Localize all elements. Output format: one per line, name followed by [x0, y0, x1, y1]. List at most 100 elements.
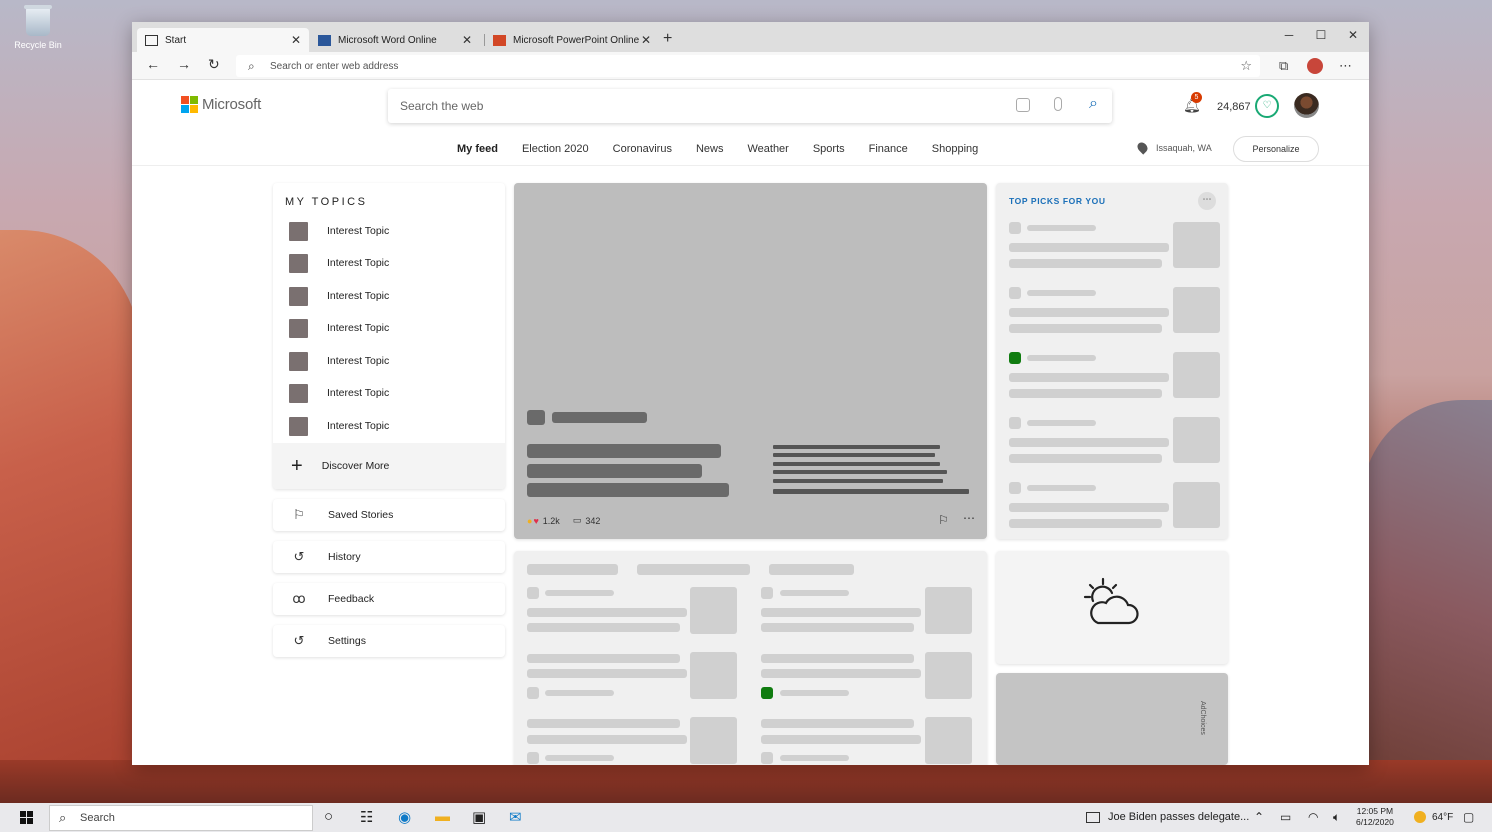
discover-more-button[interactable]: + Discover More: [273, 443, 505, 489]
summary-placeholder: [773, 470, 947, 474]
microsoft-logo-icon: [181, 96, 198, 113]
profile-icon[interactable]: [1307, 58, 1323, 77]
ad-card[interactable]: AdChoices: [996, 673, 1228, 765]
topic-thumbnail: [289, 383, 308, 403]
close-icon[interactable]: ✕: [462, 33, 472, 47]
microsoft-logo[interactable]: Microsoft: [181, 96, 261, 113]
tab-label: Microsoft PowerPoint Online: [513, 34, 640, 46]
nav-tab-finance[interactable]: Finance: [869, 143, 908, 155]
edge-icon[interactable]: ◉: [398, 808, 411, 826]
forward-icon[interactable]: →: [177, 56, 191, 72]
tab-word[interactable]: Microsoft Word Online ✕: [310, 28, 480, 52]
source-logo-green: [761, 687, 773, 699]
discover-label: Discover More: [321, 460, 390, 472]
task-view-icon[interactable]: ☷: [360, 808, 373, 826]
clock[interactable]: 12:05 PM 6/12/2020: [1356, 806, 1394, 828]
saved-stories-link[interactable]: ⚐ Saved Stories: [273, 499, 505, 531]
more-options-icon[interactable]: ⋯: [1198, 192, 1216, 210]
favorite-star-icon[interactable]: ☆: [1240, 58, 1252, 74]
top-picks-title: TOP PICKS FOR YOU: [1009, 196, 1106, 206]
battery-icon[interactable]: ▭: [1280, 810, 1291, 824]
nav-tab-shopping[interactable]: Shopping: [932, 143, 979, 155]
url-input[interactable]: ⌕ Search or enter web address ☆: [236, 55, 1260, 77]
weather-card[interactable]: [996, 551, 1228, 664]
topic-item[interactable]: Interest Topic: [289, 351, 389, 371]
tab-bar: Start ✕ Microsoft Word Online ✕ Microsof…: [132, 22, 1369, 52]
nav-tab-sports[interactable]: Sports: [813, 143, 845, 155]
visual-search-icon[interactable]: [1016, 98, 1030, 112]
feed-nav: My feed Election 2020 Coronavirus News W…: [457, 143, 1002, 155]
hero-story-card[interactable]: ● ♥ 1.2k ▭ 342 ⚐ ⋯: [514, 183, 987, 539]
close-icon[interactable]: ✕: [291, 33, 301, 47]
settings-link[interactable]: ↺ Settings: [273, 625, 505, 657]
topic-item[interactable]: Interest Topic: [289, 318, 389, 338]
tab-start[interactable]: Start ✕: [137, 28, 309, 52]
topic-item[interactable]: Interest Topic: [289, 416, 389, 436]
top-picks-card: TOP PICKS FOR YOU ⋯: [996, 183, 1228, 539]
rewards-points[interactable]: 24,867: [1217, 101, 1251, 113]
nav-tab-my-feed[interactable]: My feed: [457, 143, 498, 155]
headline-placeholder: [527, 483, 729, 497]
mail-icon[interactable]: ✉: [509, 808, 522, 826]
nav-tab-election[interactable]: Election 2020: [522, 143, 589, 155]
avatar[interactable]: [1294, 93, 1319, 118]
recycle-bin-shortcut[interactable]: Recycle Bin: [14, 5, 62, 50]
source-logo-green: [1009, 352, 1021, 364]
refresh-icon[interactable]: ↻: [208, 56, 220, 73]
feedback-link[interactable]: ꝏ Feedback: [273, 583, 505, 615]
reactions[interactable]: ● ♥ 1.2k ▭ 342: [527, 515, 600, 526]
notification-bell-icon[interactable]: 🔔︎ 5: [1183, 92, 1202, 114]
my-topics-title: MY TOPICS: [285, 196, 368, 208]
partly-cloudy-icon: [1083, 577, 1139, 625]
topic-item[interactable]: Interest Topic: [289, 221, 389, 241]
nav-tab-weather[interactable]: Weather: [747, 143, 788, 155]
chevron-up-icon[interactable]: ⌃: [1254, 810, 1264, 824]
topic-thumbnail: [289, 318, 308, 338]
feed-content: MY TOPICS Interest Topic Interest Topic …: [132, 166, 1369, 765]
nav-tab-news[interactable]: News: [696, 143, 724, 155]
web-search-input[interactable]: Search the web ⌕: [388, 89, 1112, 123]
adchoices-label[interactable]: AdChoices: [1199, 701, 1206, 735]
heart-icon: ♥: [533, 515, 539, 526]
volume-icon[interactable]: 🔈︎: [1333, 810, 1340, 825]
bookmark-icon: ⚐: [293, 507, 305, 522]
close-window-icon[interactable]: ✕: [1337, 22, 1369, 48]
more-menu-icon[interactable]: ⋯: [1339, 58, 1352, 74]
maximize-icon[interactable]: ☐: [1305, 22, 1337, 48]
file-explorer-icon[interactable]: ▬: [435, 808, 450, 825]
minimize-icon[interactable]: ─: [1273, 22, 1305, 48]
more-options-icon[interactable]: ⋯: [963, 511, 975, 525]
msn-header: Microsoft Search the web ⌕ 🔔︎ 5 24,867 ♡ …: [132, 80, 1369, 166]
topic-label: Interest Topic: [327, 420, 390, 432]
topic-item[interactable]: Interest Topic: [289, 253, 389, 273]
date: 6/12/2020: [1356, 817, 1394, 827]
side-link-label: Settings: [328, 635, 366, 647]
history-link[interactable]: ↺ History: [273, 541, 505, 573]
back-icon[interactable]: ←: [146, 56, 160, 72]
collections-icon[interactable]: ⧉: [1279, 58, 1288, 74]
topic-item[interactable]: Interest Topic: [289, 383, 389, 403]
close-icon[interactable]: ✕: [641, 33, 651, 47]
search-icon[interactable]: ⌕: [1089, 95, 1098, 113]
notification-badge: 5: [1191, 92, 1202, 103]
store-icon[interactable]: ▣: [472, 808, 486, 826]
windows-start-icon[interactable]: [20, 811, 33, 824]
topic-item[interactable]: Interest Topic: [289, 286, 389, 306]
nav-tab-coronavirus[interactable]: Coronavirus: [613, 143, 672, 155]
wifi-icon[interactable]: ◠: [1308, 810, 1318, 824]
bookmark-icon[interactable]: ⚐: [938, 513, 949, 527]
weather-widget[interactable]: 64°F: [1414, 811, 1453, 823]
side-link-label: Saved Stories: [328, 509, 394, 521]
word-icon: [318, 34, 331, 46]
rewards-trophy-icon[interactable]: ♡: [1255, 94, 1279, 118]
action-center-icon[interactable]: ▢: [1463, 810, 1474, 824]
summary-placeholder: [773, 445, 940, 449]
news-ticker[interactable]: Joe Biden passes delegate...: [1086, 811, 1249, 823]
tab-powerpoint[interactable]: Microsoft PowerPoint Online ✕: [485, 28, 659, 52]
taskbar-search-input[interactable]: ⌕ Search: [49, 805, 313, 831]
location[interactable]: Issaquah, WA: [1135, 140, 1212, 155]
personalize-button[interactable]: Personalize: [1233, 136, 1319, 162]
new-tab-icon[interactable]: +: [663, 30, 672, 48]
microphone-icon[interactable]: [1054, 97, 1062, 111]
cortana-icon[interactable]: ○: [324, 808, 333, 825]
